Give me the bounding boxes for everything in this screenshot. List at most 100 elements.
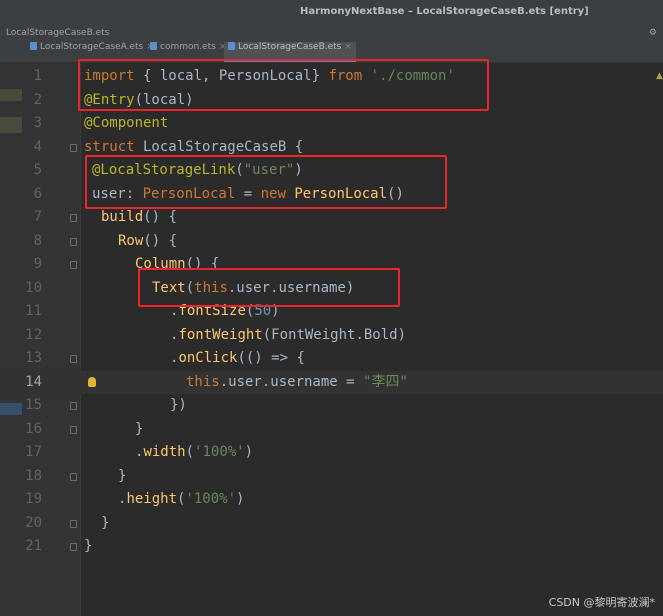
code-line[interactable]: 5 @LocalStorageLink("user") xyxy=(0,159,663,183)
tab-label: LocalStorageCaseA.ets xyxy=(40,42,144,52)
code-line[interactable]: 16} xyxy=(0,418,663,442)
code-token: = xyxy=(235,185,261,202)
gear-icon[interactable]: ⚙ xyxy=(649,24,657,42)
code-line[interactable]: 6 user: PersonLocal = new PersonLocal() xyxy=(0,183,663,207)
fold-marker-icon[interactable] xyxy=(70,425,77,434)
code-token: () xyxy=(387,185,404,202)
lightbulb-icon[interactable] xyxy=(88,376,96,387)
fold-marker-icon[interactable] xyxy=(70,472,77,481)
code-text: @Component xyxy=(84,112,168,136)
line-number: 10 xyxy=(25,279,42,296)
code-token: Row xyxy=(118,232,144,249)
line-number: 5 xyxy=(33,162,42,178)
code-line[interactable]: 3 @Component xyxy=(0,112,663,136)
code-token: './common' xyxy=(370,68,455,84)
fold-marker-icon[interactable] xyxy=(70,237,77,246)
code-token: import xyxy=(84,68,135,84)
code-line[interactable]: 12 .fontWeight(FontWeight.Bold) xyxy=(0,324,663,348)
code-line[interactable]: 1 import { local, PersonLocal} from './co… xyxy=(0,65,663,89)
code-token: PersonLocal xyxy=(142,185,236,202)
code-token: user: xyxy=(92,185,143,202)
code-token: "user" xyxy=(243,162,295,178)
code-line[interactable]: 14 this.user.username = "李四" xyxy=(0,370,663,395)
code-token: @Component xyxy=(84,115,169,131)
code-line[interactable]: 13 .onClick(() => { xyxy=(0,347,663,371)
fold-marker-icon[interactable] xyxy=(70,519,77,528)
code-token: .user.username = xyxy=(219,373,364,390)
code-text: Row() { xyxy=(118,230,177,254)
code-text: build() { xyxy=(101,206,177,230)
code-line[interactable]: 9 Column() { xyxy=(0,253,663,277)
code-text: } xyxy=(84,535,92,559)
code-token: ( xyxy=(185,279,195,296)
code-token: }) xyxy=(170,397,187,413)
code-token: ( xyxy=(235,162,244,178)
code-line[interactable]: 11 .fontSize(50) xyxy=(0,300,663,324)
code-text: } xyxy=(135,418,143,442)
code-text: .fontSize(50) xyxy=(170,300,280,324)
code-line[interactable]: 18} xyxy=(0,465,663,489)
code-text: } xyxy=(101,512,109,536)
code-line[interactable]: 7 build() { xyxy=(0,206,663,230)
code-text: this.user.username = "李四" xyxy=(186,371,408,395)
line-number: 16 xyxy=(25,420,42,437)
fold-marker-icon[interactable] xyxy=(70,402,77,410)
code-token: { local, PersonLocal} xyxy=(134,68,329,84)
code-line[interactable]: 15}) xyxy=(0,394,663,418)
code-token: @LocalStorageLink xyxy=(92,162,236,178)
breadcrumb-file[interactable]: LocalStorageCaseB.ets xyxy=(6,24,109,42)
fold-marker-icon[interactable] xyxy=(70,543,77,551)
code-line[interactable]: 8 Row() { xyxy=(0,230,663,254)
line-number: 8 xyxy=(33,232,42,249)
code-token: struct xyxy=(84,138,135,155)
code-token: this xyxy=(186,373,220,390)
code-line[interactable]: 4 struct LocalStorageCaseB { xyxy=(0,136,663,160)
code-line[interactable]: 19 .height('100%') xyxy=(0,488,663,512)
close-icon[interactable]: × xyxy=(344,42,352,52)
line-number: 17 xyxy=(25,444,42,460)
fold-marker-icon[interactable] xyxy=(70,355,77,363)
line-number: 20 xyxy=(25,514,42,531)
code-token: onClick xyxy=(178,350,238,366)
fold-marker-icon[interactable] xyxy=(70,261,77,269)
line-number: 4 xyxy=(33,138,42,155)
code-text: .onClick(() => { xyxy=(170,347,305,371)
code-token: new xyxy=(260,185,286,202)
code-line[interactable]: 10 Text(this.user.username) xyxy=(0,277,663,301)
code-token: } xyxy=(135,420,144,437)
code-token: ) xyxy=(244,444,254,460)
code-text: struct LocalStorageCaseB { xyxy=(84,136,303,160)
code-token: ( xyxy=(185,444,195,460)
code-token: '100%' xyxy=(194,444,245,460)
code-token: (local) xyxy=(134,91,194,108)
tab-common[interactable]: common.ets × xyxy=(146,42,230,62)
fold-marker-icon[interactable] xyxy=(70,143,77,152)
code-line[interactable]: 2 @Entry(local) xyxy=(0,89,663,113)
code-token: height xyxy=(126,491,178,507)
code-token: ) xyxy=(271,303,280,319)
code-text: .width('100%') xyxy=(135,441,253,465)
code-token: (() => { xyxy=(237,350,305,366)
code-token: from xyxy=(328,68,363,84)
code-token: 50 xyxy=(254,303,272,319)
code-line[interactable]: 17 .width('100%') xyxy=(0,441,663,465)
code-token: } xyxy=(118,467,127,484)
file-icon xyxy=(30,42,37,50)
line-number: 18 xyxy=(25,467,42,484)
file-icon xyxy=(228,42,235,50)
code-line[interactable]: 20} xyxy=(0,512,663,536)
code-token: "李四" xyxy=(363,373,408,390)
code-token: } xyxy=(101,514,110,531)
tab-localstoragecasea[interactable]: LocalStorageCaseA.ets× xyxy=(26,42,158,62)
fold-marker-icon[interactable] xyxy=(70,214,77,222)
tab-localstoragecaseb[interactable]: LocalStorageCaseB.ets × xyxy=(224,42,356,62)
code-text: }) xyxy=(170,394,187,418)
code-token: (FontWeight.Bold) xyxy=(262,326,407,343)
code-editor[interactable]: ▲ 1 import { local, PersonLocal} from './… xyxy=(0,59,663,616)
code-line[interactable]: 21} xyxy=(0,535,663,559)
code-text: user: PersonLocal = new PersonLocal() xyxy=(92,183,404,207)
window-title-bar: HarmonyNextBase – LocalStorageCaseB.ets … xyxy=(0,0,663,24)
code-token: () { xyxy=(185,256,220,272)
line-number: 15 xyxy=(25,397,42,413)
